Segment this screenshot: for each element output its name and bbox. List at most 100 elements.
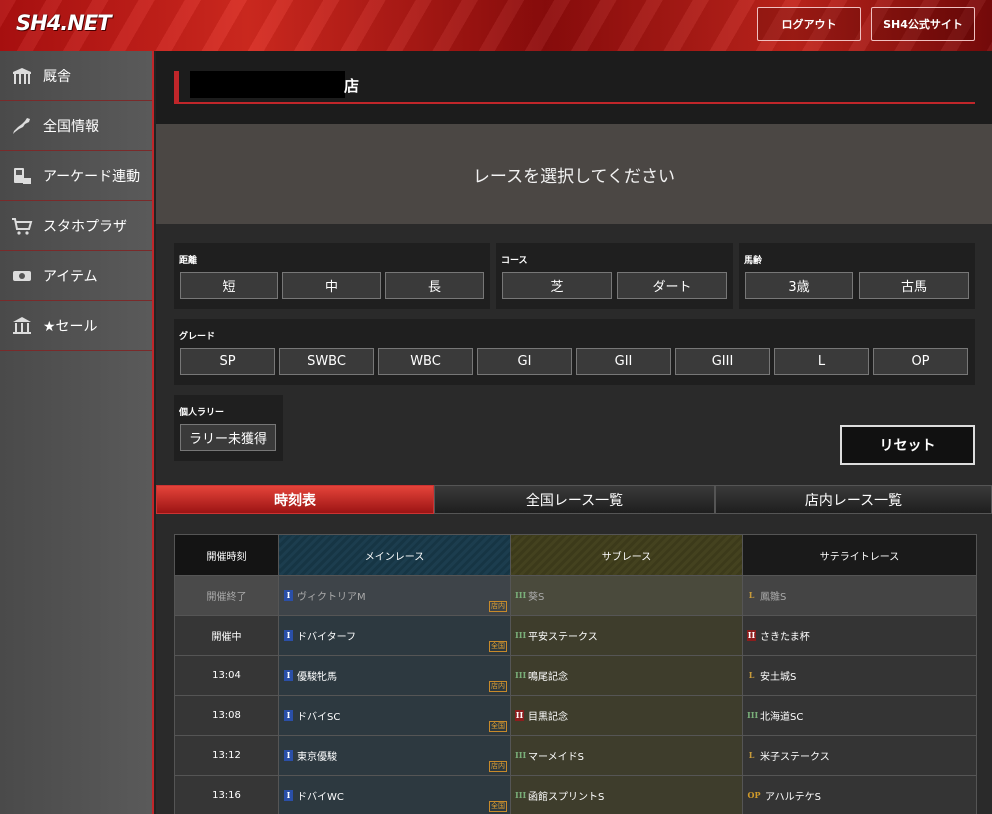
- race-name: ドバイWC: [297, 792, 344, 803]
- main-race-cell[interactable]: I ドバイWC 全国: [278, 775, 511, 814]
- filter-distance: 距離 短 中 長: [174, 243, 490, 309]
- race-name: 優駿牝馬: [297, 672, 337, 683]
- race-name: 米子ステークス: [760, 752, 830, 763]
- filter-distance-middle[interactable]: 中: [282, 272, 381, 299]
- filter-grade-swbc[interactable]: SWBC: [279, 348, 374, 375]
- logout-button[interactable]: ログアウト: [757, 7, 861, 41]
- reset-button[interactable]: リセット: [840, 425, 975, 465]
- filter-rally: 個人ラリー ラリー未獲得: [174, 395, 283, 461]
- grade-badge: III: [515, 790, 527, 800]
- grade-badge: I: [284, 710, 293, 721]
- sidebar-item-sale[interactable]: ★セール: [0, 301, 152, 351]
- filter-grade-g1[interactable]: GI: [477, 348, 572, 375]
- sub-race-cell[interactable]: III マーメイドS: [510, 735, 743, 776]
- filter-grade-sp[interactable]: SP: [180, 348, 275, 375]
- filter-rally-unearned[interactable]: ラリー未獲得: [180, 424, 276, 451]
- sidebar-item-label: スタホプラザ: [43, 218, 127, 235]
- filter-age-older[interactable]: 古馬: [859, 272, 969, 299]
- race-name: マーメイドS: [528, 752, 584, 763]
- grade-badge: III: [747, 710, 759, 720]
- satellite-race-cell[interactable]: L 安土城S: [742, 655, 977, 696]
- grade-badge: I: [284, 750, 293, 761]
- satellite-race-cell[interactable]: II さきたま杯: [742, 615, 977, 656]
- main-race-cell[interactable]: I ヴィクトリアM 店内: [278, 575, 511, 616]
- grade-badge: OP: [747, 790, 761, 800]
- stable-icon: [10, 65, 34, 87]
- filter-grade-wbc[interactable]: WBC: [378, 348, 473, 375]
- race-name: 鳳雛S: [760, 592, 787, 603]
- tab-national-races[interactable]: 全国レース一覧: [434, 485, 715, 514]
- filter-course-dirt[interactable]: ダート: [617, 272, 727, 299]
- table-row[interactable]: 13:08 I ドバイSC 全国 II 目黒記念 III 北海道SC: [174, 695, 977, 736]
- filter-grade-listed[interactable]: L: [774, 348, 869, 375]
- filter-distance-long[interactable]: 長: [385, 272, 484, 299]
- grade-badge: I: [284, 670, 293, 681]
- ticket-icon: [10, 265, 34, 287]
- main-race-cell[interactable]: I 優駿牝馬店内: [278, 655, 511, 696]
- sidebar-item-label: アイテム: [43, 268, 98, 285]
- main-race-cell[interactable]: I 東京優駿 店内: [278, 735, 511, 776]
- filter-course: コース 芝 ダート: [496, 243, 733, 309]
- race-name: ドバイターフ: [297, 632, 356, 643]
- sidebar-item-national-info[interactable]: 全国情報: [0, 101, 152, 151]
- satellite-race-cell[interactable]: L 鳳雛S: [742, 575, 977, 616]
- sidebar-item-label: アーケード連動: [43, 168, 141, 185]
- official-site-button[interactable]: SH4公式サイト: [871, 7, 975, 41]
- filter-age-3yo[interactable]: 3歳: [745, 272, 853, 299]
- filter-label: コース: [501, 256, 528, 266]
- satellite-race-cell[interactable]: L 米子ステークス: [742, 735, 977, 776]
- table-row[interactable]: 開催中 I ドバイターフ 全国 III 平安ステークス II さきたま杯: [174, 615, 977, 656]
- sidebar-item-arcade-link[interactable]: アーケード連動: [0, 151, 152, 201]
- sidebar-item-stable[interactable]: 厩舎: [0, 51, 152, 101]
- tab-timetable[interactable]: 時刻表: [156, 485, 434, 514]
- race-name: ドバイSC: [297, 712, 341, 723]
- table-row[interactable]: 13:04 I 優駿牝馬店内 III 鳴尾記念 L 安土城S: [174, 655, 977, 696]
- venue-badge: 店内: [489, 601, 507, 612]
- prompt-text: レースを選択してください: [472, 166, 676, 187]
- bank-icon: [10, 315, 34, 337]
- sidebar: 厩舎 全国情報 アーケード連動 スタホプラザ アイテム ★セール: [0, 51, 154, 814]
- race-timetable: 開催時刻 メインレース サブレース サテライトレース 開催終了 I ヴィクトリアM 店…: [174, 534, 977, 814]
- race-name: 平安ステークス: [528, 632, 598, 643]
- venue-badge: 全国: [489, 801, 507, 812]
- main-race-cell[interactable]: I ドバイSC 全国: [278, 695, 511, 736]
- satellite-race-cell[interactable]: OP アハルテケS: [742, 775, 977, 814]
- filter-course-turf[interactable]: 芝: [502, 272, 612, 299]
- sub-race-cell[interactable]: III 葵S: [510, 575, 743, 616]
- sub-race-cell[interactable]: II 目黒記念: [510, 695, 743, 736]
- race-time: 13:12: [174, 735, 279, 776]
- arcade-icon: [10, 165, 34, 187]
- column-header-sub: サブレース: [510, 534, 743, 576]
- filter-grade-g3[interactable]: GIII: [675, 348, 770, 375]
- race-name: 函館スプリントS: [528, 792, 605, 803]
- race-name: さきたま杯: [760, 632, 810, 643]
- filter-grade-open[interactable]: OP: [873, 348, 968, 375]
- sub-race-cell[interactable]: III 鳴尾記念: [510, 655, 743, 696]
- filter-grade-g2[interactable]: GII: [576, 348, 671, 375]
- venue-badge: 店内: [489, 681, 507, 692]
- table-row[interactable]: 13:16 I ドバイWC 全国 III 函館スプリントS OP アハルテケS: [174, 775, 977, 814]
- sidebar-item-plaza[interactable]: スタホプラザ: [0, 201, 152, 251]
- site-logo[interactable]: SH4.NET: [16, 11, 112, 35]
- grade-badge: III: [515, 750, 527, 760]
- satellite-race-cell[interactable]: III 北海道SC: [742, 695, 977, 736]
- sidebar-item-items[interactable]: アイテム: [0, 251, 152, 301]
- sidebar-item-label: ★セール: [43, 318, 98, 335]
- main-race-cell[interactable]: I ドバイターフ 全国: [278, 615, 511, 656]
- grade-badge: II: [515, 710, 524, 721]
- cart-icon: [10, 215, 34, 237]
- sub-race-cell[interactable]: III 平安ステークス: [510, 615, 743, 656]
- sub-race-cell[interactable]: III 函館スプリントS: [510, 775, 743, 814]
- column-header-time: 開催時刻: [174, 534, 279, 576]
- grade-badge: I: [284, 590, 293, 601]
- venue-badge: 全国: [489, 641, 507, 652]
- shop-title-suffix: 店: [344, 77, 360, 95]
- table-row[interactable]: 13:12 I 東京優駿 店内 III マーメイドS L 米子ステークス: [174, 735, 977, 776]
- filter-distance-short[interactable]: 短: [180, 272, 278, 299]
- race-time: 13:04: [174, 655, 279, 696]
- venue-badge: 店内: [489, 761, 507, 772]
- tab-store-races[interactable]: 店内レース一覧: [715, 485, 992, 514]
- race-name: 北海道SC: [760, 712, 804, 723]
- header-bar: SH4.NET ログアウト SH4公式サイト: [0, 0, 992, 51]
- table-row[interactable]: 開催終了 I ヴィクトリアM 店内 III 葵S L 鳳雛S: [174, 575, 977, 616]
